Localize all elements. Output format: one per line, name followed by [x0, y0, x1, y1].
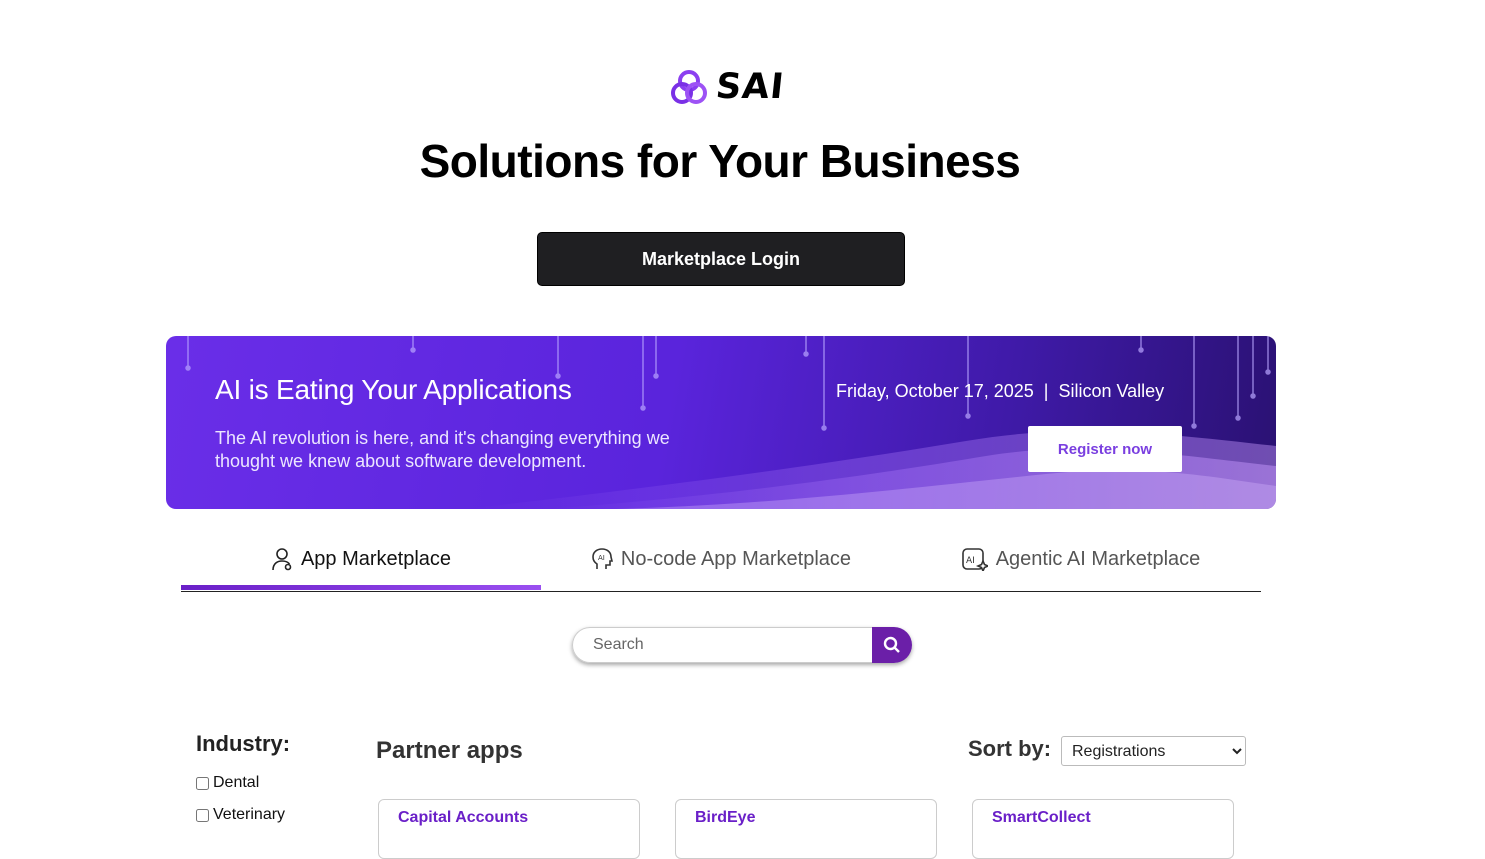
sort-label: Sort by:	[968, 736, 1052, 761]
tab-label: No-code App Marketplace	[620, 547, 852, 570]
user-icon	[272, 548, 292, 571]
industry-filter-title: Industry:	[196, 731, 291, 756]
banner-separator: |	[1043, 381, 1049, 401]
tab-no-code-app-marketplace[interactable]: AI No-code App Marketplace	[541, 534, 901, 584]
search-input[interactable]	[572, 627, 872, 663]
app-card-smartcollect[interactable]: SmartCollect	[972, 799, 1234, 859]
filter-option-dental[interactable]: Dental	[196, 767, 290, 799]
brand-logo-icon	[671, 70, 707, 104]
filter-option-veterinary[interactable]: Veterinary	[196, 799, 290, 831]
search-icon	[883, 636, 900, 653]
event-banner[interactable]: AI is Eating Your Applications The AI re…	[166, 336, 1276, 509]
marketplace-tabs: App Marketplace AI No-code App Marketpla…	[181, 534, 1261, 592]
app-card-title[interactable]: Capital Accounts	[398, 809, 528, 827]
banner-description: The AI revolution is here, and it's chan…	[215, 428, 670, 471]
tab-label: App Marketplace	[300, 547, 452, 570]
tab-app-marketplace[interactable]: App Marketplace	[181, 534, 541, 590]
search-bar	[572, 627, 912, 663]
tab-agentic-ai-marketplace[interactable]: AI Agentic AI Marketplace	[901, 534, 1261, 584]
filter-option-label: Dental	[213, 774, 260, 791]
brand-name: SAI	[713, 67, 787, 107]
ai-head-icon: AI	[592, 548, 613, 569]
svg-text:AI: AI	[966, 556, 975, 566]
app-card-title[interactable]: SmartCollect	[992, 809, 1091, 827]
app-card-capital-accounts[interactable]: Capital Accounts	[378, 799, 640, 859]
veterinary-checkbox[interactable]	[196, 808, 209, 822]
app-card-birdeye[interactable]: BirdEye	[675, 799, 937, 859]
page-title: Solutions for Your Business	[419, 135, 1021, 187]
banner-date: Friday, October 17, 2025	[836, 381, 1034, 401]
banner-wave-graphic	[185, 336, 1276, 509]
search-button[interactable]	[872, 627, 912, 663]
svg-text:AI: AI	[598, 554, 605, 562]
sort-select[interactable]: Registrations	[1061, 736, 1246, 766]
brand-logo[interactable]: SAI	[670, 67, 787, 107]
ai-sparkle-icon: AI	[961, 548, 988, 571]
marketplace-login-button[interactable]: Marketplace Login	[537, 232, 905, 286]
industry-filter: Industry: Dental Veterinary	[196, 731, 290, 831]
register-now-button[interactable]: Register now	[1028, 426, 1182, 472]
filter-option-label: Veterinary	[213, 806, 286, 823]
banner-title: AI is Eating Your Applications	[215, 374, 572, 405]
dental-checkbox[interactable]	[196, 776, 209, 790]
tab-label: Agentic AI Marketplace	[995, 547, 1201, 570]
partner-apps-heading: Partner apps	[376, 737, 523, 764]
app-card-title[interactable]: BirdEye	[695, 809, 755, 827]
banner-location: Silicon Valley	[1058, 381, 1165, 401]
banner-event-info: Friday, October 17, 2025 | Silicon Valle…	[836, 381, 1164, 402]
